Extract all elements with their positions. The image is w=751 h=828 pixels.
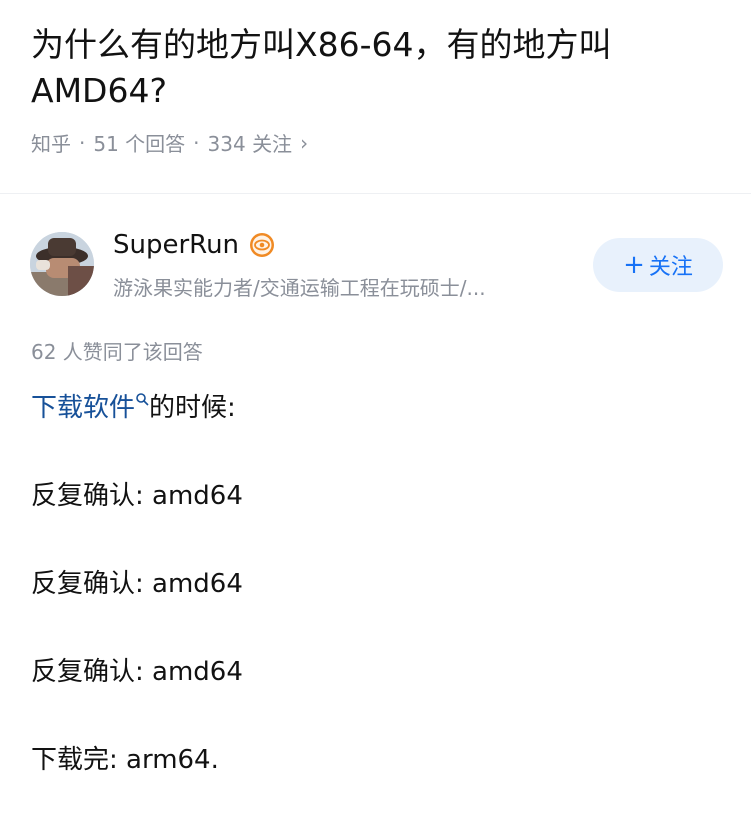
answer-paragraph: 反复确认: amd64 — [31, 569, 243, 599]
follow-label: 关注 — [648, 255, 693, 280]
vote-count: 62 人赞同了该回答 — [31, 340, 203, 364]
search-icon — [136, 393, 149, 406]
author-bio: 游泳果实能力者/交通运输工程在玩硕士/... — [113, 276, 486, 300]
source-label: 知乎 — [31, 132, 71, 156]
avatar[interactable] — [30, 232, 94, 296]
answer-paragraph: 反复确认: amd64 — [31, 657, 243, 687]
divider — [0, 193, 751, 194]
meta-separator: · — [79, 130, 86, 155]
answer-paragraph: 下载完: arm64. — [31, 745, 219, 775]
answer-line-suffix: 的时候: — [149, 393, 236, 423]
avatar-image — [30, 232, 94, 296]
eye-badge-icon — [249, 232, 275, 258]
plus-icon: + — [623, 250, 645, 280]
meta-separator: · — [193, 130, 200, 155]
answer-paragraph: 下载软件 的时候: — [31, 388, 731, 476]
author-name[interactable]: SuperRun — [113, 230, 275, 260]
question-title[interactable]: 为什么有的地方叫X86-64，有的地方叫AMD64? — [31, 22, 731, 114]
keyword-link[interactable]: 下载软件 — [31, 393, 149, 423]
answers-count: 51 个回答 — [93, 132, 186, 156]
question-meta[interactable]: 知乎 · 51 个回答 · 334 关注 › — [31, 128, 308, 157]
chevron-right-icon: › — [300, 130, 309, 155]
keyword-link-text: 下载软件 — [31, 393, 136, 423]
answer-paragraph: 反复确认: amd64 — [31, 481, 243, 511]
author-name-text: SuperRun — [113, 230, 240, 260]
followers-count: 334 关注 — [207, 132, 293, 156]
answer-content: 下载软件 的时候: 反复确认: amd64 反复确认: amd64 反复确认: a… — [31, 388, 731, 828]
follow-button[interactable]: + 关注 — [593, 238, 723, 292]
